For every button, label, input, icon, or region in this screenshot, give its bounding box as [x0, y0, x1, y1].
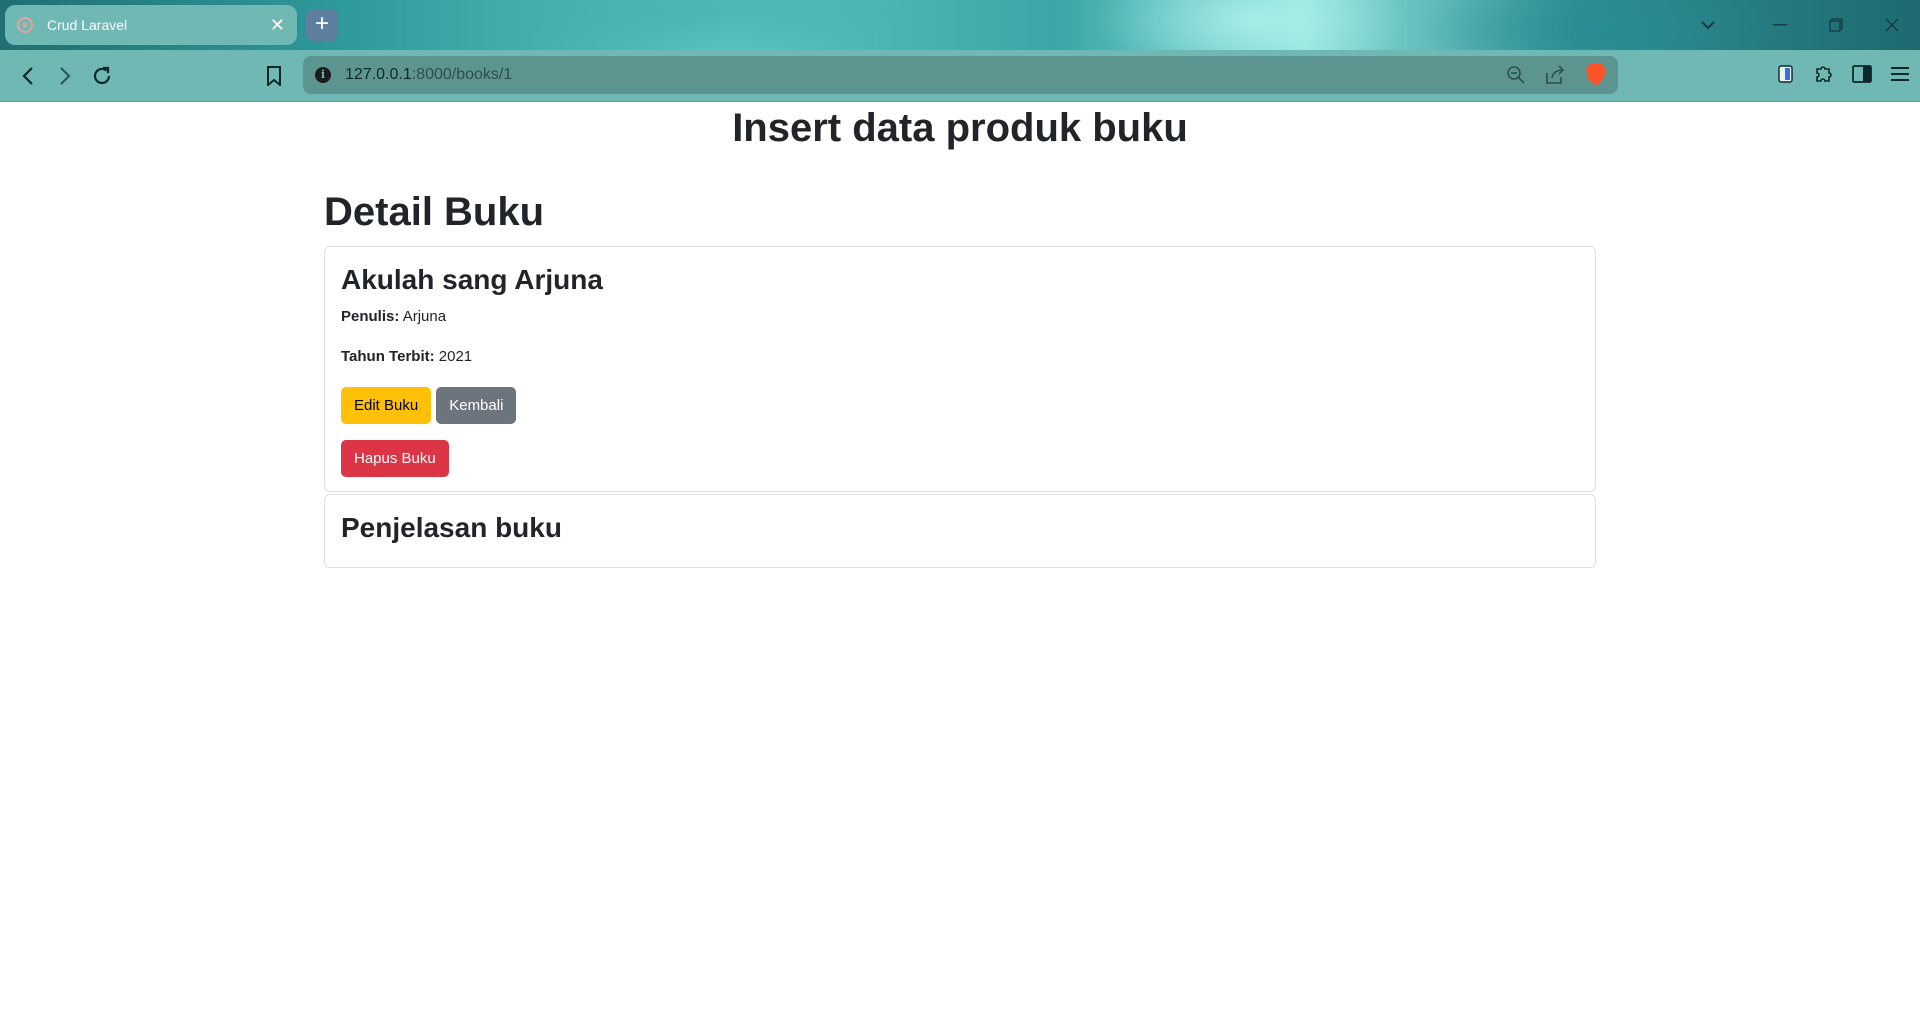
url-text[interactable]: 127.0.0.1:8000/books/1 [345, 66, 1488, 84]
menu-hamburger-icon[interactable] [1888, 62, 1912, 86]
year-info: Tahun Terbit: 2021 [341, 347, 1579, 367]
book-detail-card: Akulah sang Arjuna Penulis: Arjuna Tahun… [324, 246, 1596, 492]
zoom-out-icon[interactable] [1506, 65, 1526, 85]
section-title: Detail Buku [324, 190, 545, 234]
author-info: Penulis: Arjuna [341, 307, 1579, 327]
tab-search-chevron-icon[interactable] [1680, 0, 1736, 50]
extensions-puzzle-icon[interactable] [1812, 62, 1836, 86]
laravel-favicon-icon [17, 17, 33, 33]
site-info-icon[interactable]: i [315, 67, 331, 83]
description-card: Penjelasan buku [324, 494, 1596, 568]
wallet-icon[interactable] [1774, 62, 1798, 86]
delete-form: Hapus Buku [341, 440, 1579, 477]
tab-close-icon[interactable]: ✕ [270, 16, 285, 34]
edit-book-button[interactable]: Edit Buku [341, 387, 432, 424]
author-label: Penulis: [341, 308, 400, 325]
forward-arrow-icon[interactable] [52, 63, 78, 89]
new-tab-button[interactable]: + [306, 9, 338, 41]
action-buttons: Edit Buku Kembali [341, 387, 1579, 424]
minimize-window-icon[interactable] [1752, 0, 1808, 50]
year-label: Tahun Terbit: [341, 348, 435, 365]
year-value: 2021 [438, 348, 473, 365]
book-title: Akulah sang Arjuna [341, 264, 603, 295]
author-value: Arjuna [402, 308, 447, 325]
close-window-icon[interactable] [1864, 0, 1920, 50]
bookmark-icon[interactable] [261, 63, 287, 89]
browser-titlebar: Crud Laravel ✕ + [0, 0, 1920, 50]
sidebar-toggle-icon[interactable] [1850, 62, 1874, 86]
delete-book-button[interactable]: Hapus Buku [341, 440, 449, 477]
browser-tab[interactable]: Crud Laravel ✕ [5, 5, 297, 45]
brave-shields-icon[interactable] [1586, 64, 1606, 86]
description-title: Penjelasan buku [341, 512, 562, 543]
address-bar[interactable]: i 127.0.0.1:8000/books/1 [303, 56, 1618, 94]
reload-icon[interactable] [89, 63, 115, 89]
share-icon[interactable] [1544, 65, 1566, 85]
restore-window-icon[interactable] [1808, 0, 1864, 50]
tab-title: Crud Laravel [47, 17, 128, 33]
back-arrow-icon[interactable] [15, 63, 41, 89]
back-button[interactable]: Kembali [436, 387, 517, 424]
detail-container: Detail Buku Akulah sang Arjuna Penulis: … [324, 188, 1596, 568]
browser-toolbar: i 127.0.0.1:8000/books/1 [0, 50, 1920, 102]
page-title: Insert data produk buku [732, 106, 1188, 150]
